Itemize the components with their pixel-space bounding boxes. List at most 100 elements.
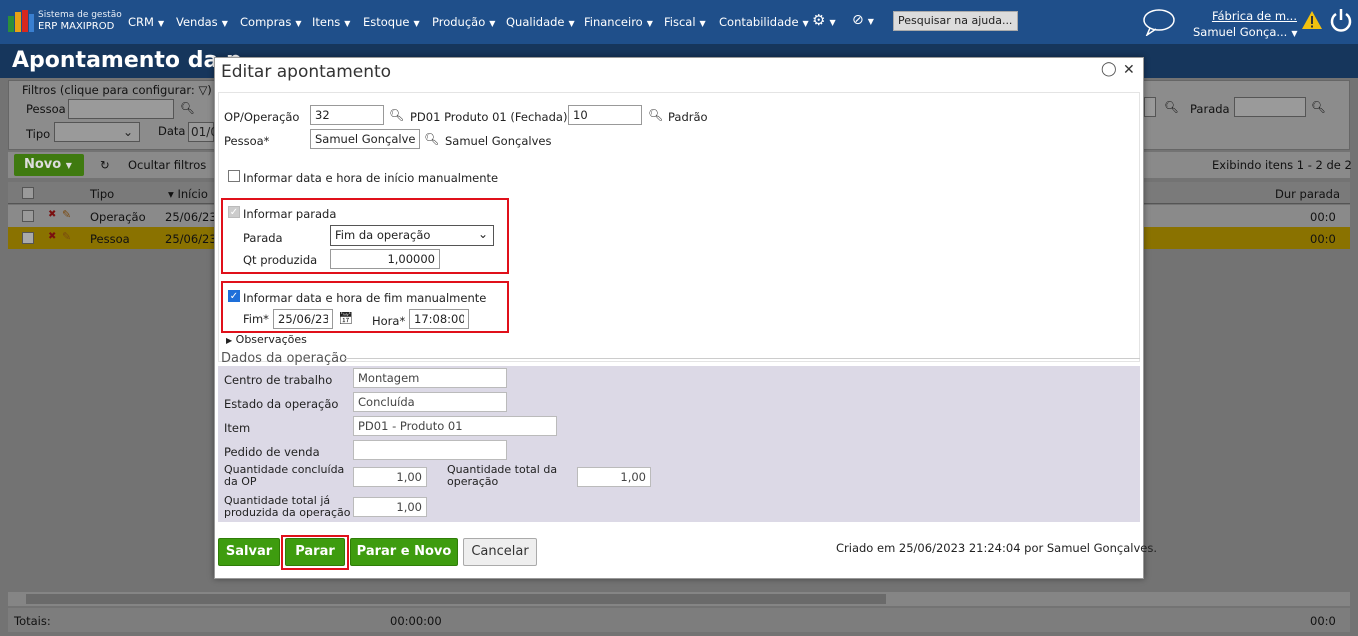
operation-search-icon[interactable]: 🔍︎ <box>648 108 663 122</box>
filters-label[interactable]: Filtros (clique para configurar: ▽) <box>22 83 212 97</box>
start-manual-checkbox[interactable] <box>228 170 240 182</box>
pessoa-description: Samuel Gonçalves <box>445 134 552 148</box>
menu-financeiro[interactable]: Financeiro ▼ <box>584 15 653 29</box>
filter-parada-input[interactable] <box>1234 97 1306 117</box>
top-navigation-bar: Sistema de gestão ERP MAXIPROD CRM ▼ Vend… <box>0 0 1358 44</box>
search-icon[interactable]: 🔍︎ <box>180 101 195 115</box>
gear-icon[interactable]: ⚙ ▼ <box>812 11 836 29</box>
stop-and-new-button[interactable]: Parar e Novo <box>350 538 458 566</box>
observacoes-toggle[interactable]: ▶ Observações <box>226 333 307 346</box>
fim-label: Fim* <box>243 312 269 326</box>
hora-input[interactable] <box>409 309 469 329</box>
power-icon[interactable] <box>1329 7 1353 36</box>
row-tipo: Operação <box>90 210 146 224</box>
estado-field <box>353 392 507 412</box>
totals-time: 00:00:00 <box>390 614 442 628</box>
warning-icon[interactable] <box>1301 10 1323 33</box>
menu-itens[interactable]: Itens ▼ <box>312 15 350 29</box>
delete-icon[interactable]: ✖ <box>48 209 56 220</box>
qt-produzida-label: Qt produzida <box>243 253 318 267</box>
operation-seq-input[interactable] <box>568 105 642 125</box>
pessoa-input[interactable] <box>310 129 420 149</box>
op-description: PD01 Produto 01 (Fechada) <box>410 110 568 124</box>
op-label: OP/Operação <box>224 110 300 124</box>
brand-subtitle: Sistema de gestão <box>38 10 122 20</box>
row-inicio: 25/06/23 <box>165 232 217 246</box>
pedido-field <box>353 440 507 460</box>
end-manual-checkbox[interactable]: ✓ <box>228 290 240 302</box>
edit-pencil-icon[interactable]: ✎ <box>62 208 71 221</box>
menu-compras[interactable]: Compras ▼ <box>240 15 302 29</box>
filter-extra-input[interactable] <box>1144 97 1156 117</box>
created-info: Criado em 25/06/2023 21:24:04 por Samuel… <box>836 541 1157 555</box>
filter-pessoa-input[interactable] <box>68 99 174 119</box>
qtd-total-field <box>577 467 651 487</box>
section-title: Dados da operação <box>221 351 348 366</box>
qt-produzida-input[interactable] <box>330 249 440 269</box>
menu-qualidade[interactable]: Qualidade ▼ <box>506 15 575 29</box>
select-all-checkbox[interactable] <box>22 187 34 199</box>
comment-icon[interactable]: ◯ <box>1101 61 1117 77</box>
new-button[interactable]: Novo ▼ <box>14 154 84 176</box>
menu-vendas[interactable]: Vendas ▼ <box>176 15 228 29</box>
row-checkbox[interactable] <box>22 232 34 244</box>
column-header-dur-parada[interactable]: Dur parada <box>1275 187 1340 201</box>
menu-fiscal[interactable]: Fiscal ▼ <box>664 15 706 29</box>
item-label: Item <box>224 421 251 435</box>
filter-tipo-label: Tipo <box>26 127 51 141</box>
filter-tipo-select[interactable]: ⌄ <box>54 122 140 142</box>
fim-date-input[interactable] <box>273 309 333 329</box>
parada-label: Parada <box>243 231 283 245</box>
items-count: Exibindo itens 1 - 2 de 2 <box>1212 158 1352 172</box>
qtd-concluida-label: Quantidade concluída da OP <box>224 463 345 488</box>
hide-filters-button[interactable]: Ocultar filtros <box>128 158 206 172</box>
end-manual-label[interactable]: Informar data e hora de fim manualmente <box>243 291 486 305</box>
centro-field <box>353 368 507 388</box>
calendar-icon[interactable]: 📅︎ <box>338 311 353 325</box>
save-button[interactable]: Salvar <box>218 538 280 566</box>
pedido-label: Pedido de venda <box>224 445 320 459</box>
parada-checkbox[interactable]: ✓ <box>228 206 240 218</box>
op-search-icon[interactable]: 🔍︎ <box>389 108 404 122</box>
maxiprod-logo-icon[interactable] <box>8 10 34 32</box>
parada-check-label[interactable]: Informar parada <box>243 207 336 221</box>
estado-label: Estado da operação <box>224 397 339 411</box>
hora-label: Hora* <box>372 314 406 328</box>
filter-data-input[interactable]: 01/0 <box>188 122 218 142</box>
totals-label: Totais: <box>14 614 51 628</box>
row-dur: 00:0 <box>1310 210 1336 224</box>
row-tipo: Pessoa <box>90 232 130 246</box>
row-inicio: 25/06/23 <box>165 210 217 224</box>
centro-label: Centro de trabalho <box>224 373 333 387</box>
horizontal-scrollbar[interactable] <box>8 592 1350 606</box>
close-icon[interactable]: ✕ <box>1123 62 1135 78</box>
menu-crm[interactable]: CRM ▼ <box>128 15 164 29</box>
pessoa-search-icon[interactable]: 🔍︎ <box>424 132 439 146</box>
qtd-concluida-field <box>353 467 427 487</box>
menu-estoque[interactable]: Estoque ▼ <box>363 15 420 29</box>
stop-button[interactable]: Parar <box>285 538 345 566</box>
menu-producao[interactable]: Produção ▼ <box>432 15 495 29</box>
qtd-total-label: Quantidade total da operação <box>447 463 558 488</box>
filter-parada-label: Parada <box>1190 102 1230 116</box>
column-header-inicio[interactable]: ▾ Início <box>168 187 208 201</box>
qtd-produzida-field <box>353 497 427 517</box>
help-search-input[interactable]: Pesquisar na ajuda... <box>893 11 1018 31</box>
column-header-tipo[interactable]: Tipo <box>90 187 114 201</box>
chat-bubble-icon[interactable] <box>1142 8 1176 38</box>
search-icon[interactable]: 🔍︎ <box>1164 100 1179 114</box>
start-manual-label[interactable]: Informar data e hora de início manualmen… <box>243 171 498 185</box>
delete-icon[interactable]: ✖ <box>48 231 56 242</box>
edit-pencil-icon[interactable]: ✎ <box>62 230 71 243</box>
op-input[interactable] <box>310 105 384 125</box>
parada-select[interactable]: Fim da operação ⌄ <box>330 225 494 246</box>
section-divider <box>344 358 1140 359</box>
company-link[interactable]: Fábrica de m... <box>1205 9 1297 23</box>
cancel-button[interactable]: Cancelar <box>463 538 537 566</box>
help-icon[interactable]: ⊘ ▼ <box>852 12 874 28</box>
search-icon[interactable]: 🔍︎ <box>1311 100 1326 114</box>
row-checkbox[interactable] <box>22 210 34 222</box>
menu-contabilidade[interactable]: Contabilidade ▼ <box>719 15 809 29</box>
refresh-icon[interactable]: ↻ <box>100 158 110 172</box>
user-menu[interactable]: Samuel Gonça... ▼ <box>1193 25 1298 39</box>
